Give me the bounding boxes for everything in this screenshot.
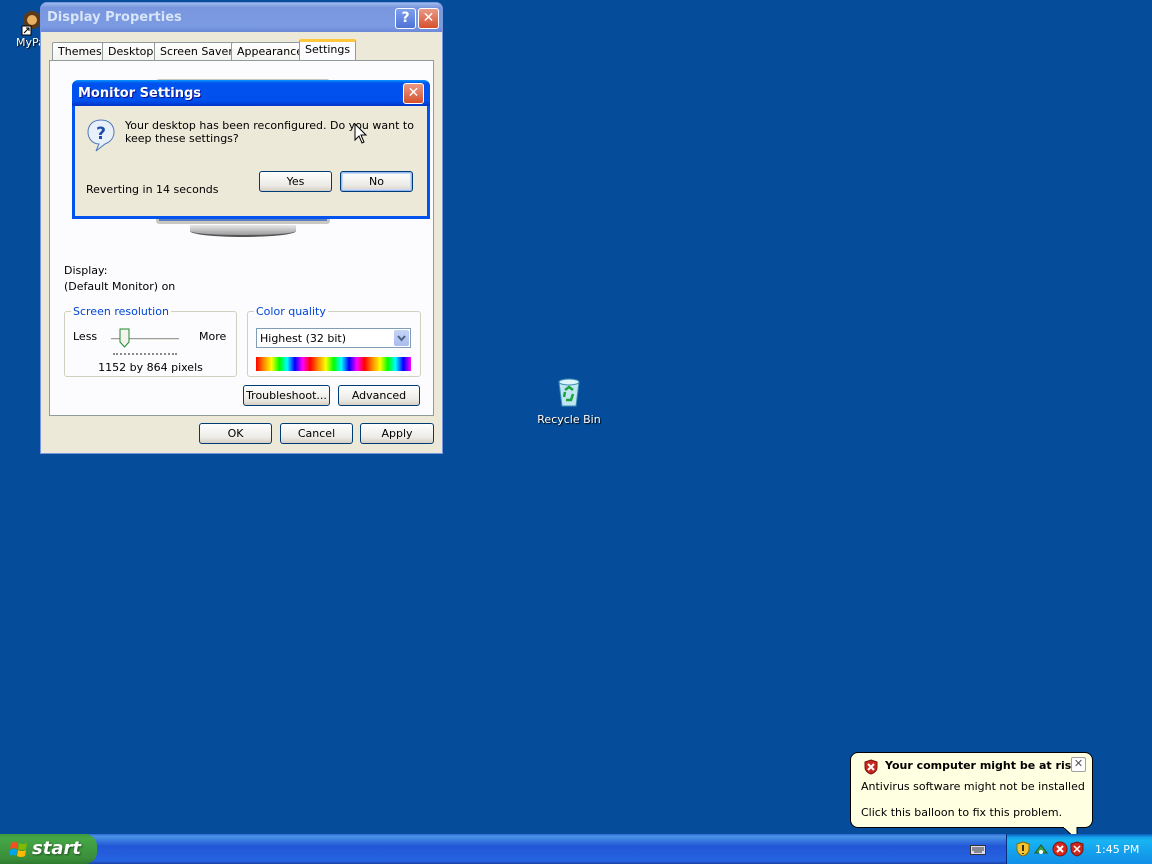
color-quality-select[interactable]: Highest (32 bit) — [256, 328, 411, 348]
more-label: More — [199, 330, 227, 343]
tab-label: Screen Saver — [160, 45, 233, 58]
display-value: (Default Monitor) on — [64, 280, 176, 293]
close-icon: ✕ — [1073, 757, 1084, 770]
button-label: OK — [227, 427, 244, 440]
desktop-icon-label: Recycle Bin — [537, 413, 601, 426]
balloon-close-button[interactable]: ✕ — [1071, 757, 1086, 772]
ok-button[interactable]: OK — [199, 423, 272, 444]
button-label: Yes — [286, 175, 305, 188]
help-button[interactable]: ? — [395, 8, 416, 29]
dropdown-button[interactable] — [394, 330, 409, 346]
help-icon: ? — [401, 10, 410, 26]
color-quality-group: Color quality Highest (32 bit) — [247, 305, 421, 377]
security-alert-icon[interactable] — [1070, 841, 1084, 857]
tab-desktop[interactable]: Desktop — [102, 42, 160, 61]
tab-screen-saver[interactable]: Screen Saver — [154, 42, 239, 61]
close-button[interactable]: ✕ — [403, 83, 424, 104]
screen-resolution-group: Screen resolution Less More 1152 by 864 … — [64, 305, 237, 377]
desktop-icon-recycle-bin[interactable]: Recycle Bin — [536, 376, 602, 426]
advanced-button[interactable]: Advanced — [338, 385, 420, 406]
network-icon[interactable] — [1033, 841, 1049, 857]
resolution-slider-ticks — [113, 352, 177, 355]
balloon-line1: Antivirus software might not be installe… — [861, 780, 1085, 793]
troubleshoot-button[interactable]: Troubleshoot... — [243, 385, 330, 406]
color-quality-value: Highest (32 bit) — [260, 332, 347, 345]
tab-label: Desktop — [108, 45, 154, 58]
monitor-settings-dialog: Monitor Settings ✕ ? Your desktop has be… — [72, 80, 430, 219]
question-icon: ? — [87, 119, 115, 152]
color-spectrum-bar — [256, 357, 411, 371]
display-properties-window: Display Properties ? ✕ Themes Desktop Sc… — [40, 2, 443, 454]
balloon-line2: Click this balloon to fix this problem. — [861, 806, 1063, 819]
monitor-stand — [190, 225, 296, 237]
button-label: Cancel — [297, 427, 336, 440]
dialog-title: Monitor Settings — [78, 86, 202, 101]
button-label: Advanced — [351, 389, 407, 402]
chevron-down-icon — [397, 335, 406, 342]
title-bar[interactable]: Display Properties — [41, 3, 442, 32]
svg-text:?: ? — [96, 124, 106, 144]
security-balloon[interactable]: Your computer might be at risk ✕ Antivir… — [850, 752, 1093, 841]
window-title: Display Properties — [47, 10, 182, 25]
close-icon: ✕ — [422, 10, 435, 26]
dialog-message: Your desktop has been reconfigured. Do y… — [125, 119, 414, 145]
button-label: Apply — [381, 427, 413, 440]
tab-themes[interactable]: Themes — [52, 42, 108, 61]
countdown-text: Reverting in 14 seconds — [86, 183, 219, 196]
less-label: Less — [73, 330, 98, 343]
start-label: start — [32, 838, 81, 859]
system-tray: 1:45 PM — [1006, 834, 1152, 864]
start-button[interactable]: start — [0, 834, 97, 864]
no-button[interactable]: No — [340, 171, 413, 192]
tab-label: Settings — [305, 43, 351, 56]
close-button[interactable]: ✕ — [418, 8, 439, 29]
taskbar: start 1:45 PM — [0, 834, 1152, 864]
mouse-cursor-icon — [354, 123, 368, 144]
cancel-button[interactable]: Cancel — [280, 423, 353, 444]
tab-label: Themes — [58, 45, 102, 58]
display-label: Display: — [64, 264, 108, 277]
close-icon: ✕ — [407, 85, 420, 101]
tab-appearance[interactable]: Appearance — [231, 42, 310, 61]
error-x-icon[interactable] — [1052, 841, 1068, 857]
screen-resolution-legend: Screen resolution — [73, 305, 169, 318]
tab-settings[interactable]: Settings — [299, 39, 357, 61]
resolution-value: 1152 by 864 pixels — [98, 361, 203, 374]
recycle-bin-icon — [558, 378, 580, 407]
windows-logo-icon — [10, 842, 27, 857]
title-bar[interactable]: Monitor Settings — [72, 80, 430, 106]
apply-button[interactable]: Apply — [360, 423, 434, 444]
yes-button[interactable]: Yes — [259, 171, 332, 192]
security-shield-icon[interactable] — [1016, 841, 1030, 857]
resolution-slider-thumb[interactable] — [119, 328, 130, 348]
button-label: No — [369, 175, 384, 188]
tab-label: Appearance — [237, 45, 304, 58]
clock[interactable]: 1:45 PM — [1095, 843, 1139, 856]
color-quality-legend: Color quality — [256, 305, 326, 318]
shield-warning-icon — [864, 759, 878, 775]
balloon-title: Your computer might be at risk — [885, 759, 1079, 772]
button-label: Troubleshoot... — [246, 389, 327, 402]
keyboard-icon[interactable] — [970, 845, 986, 855]
